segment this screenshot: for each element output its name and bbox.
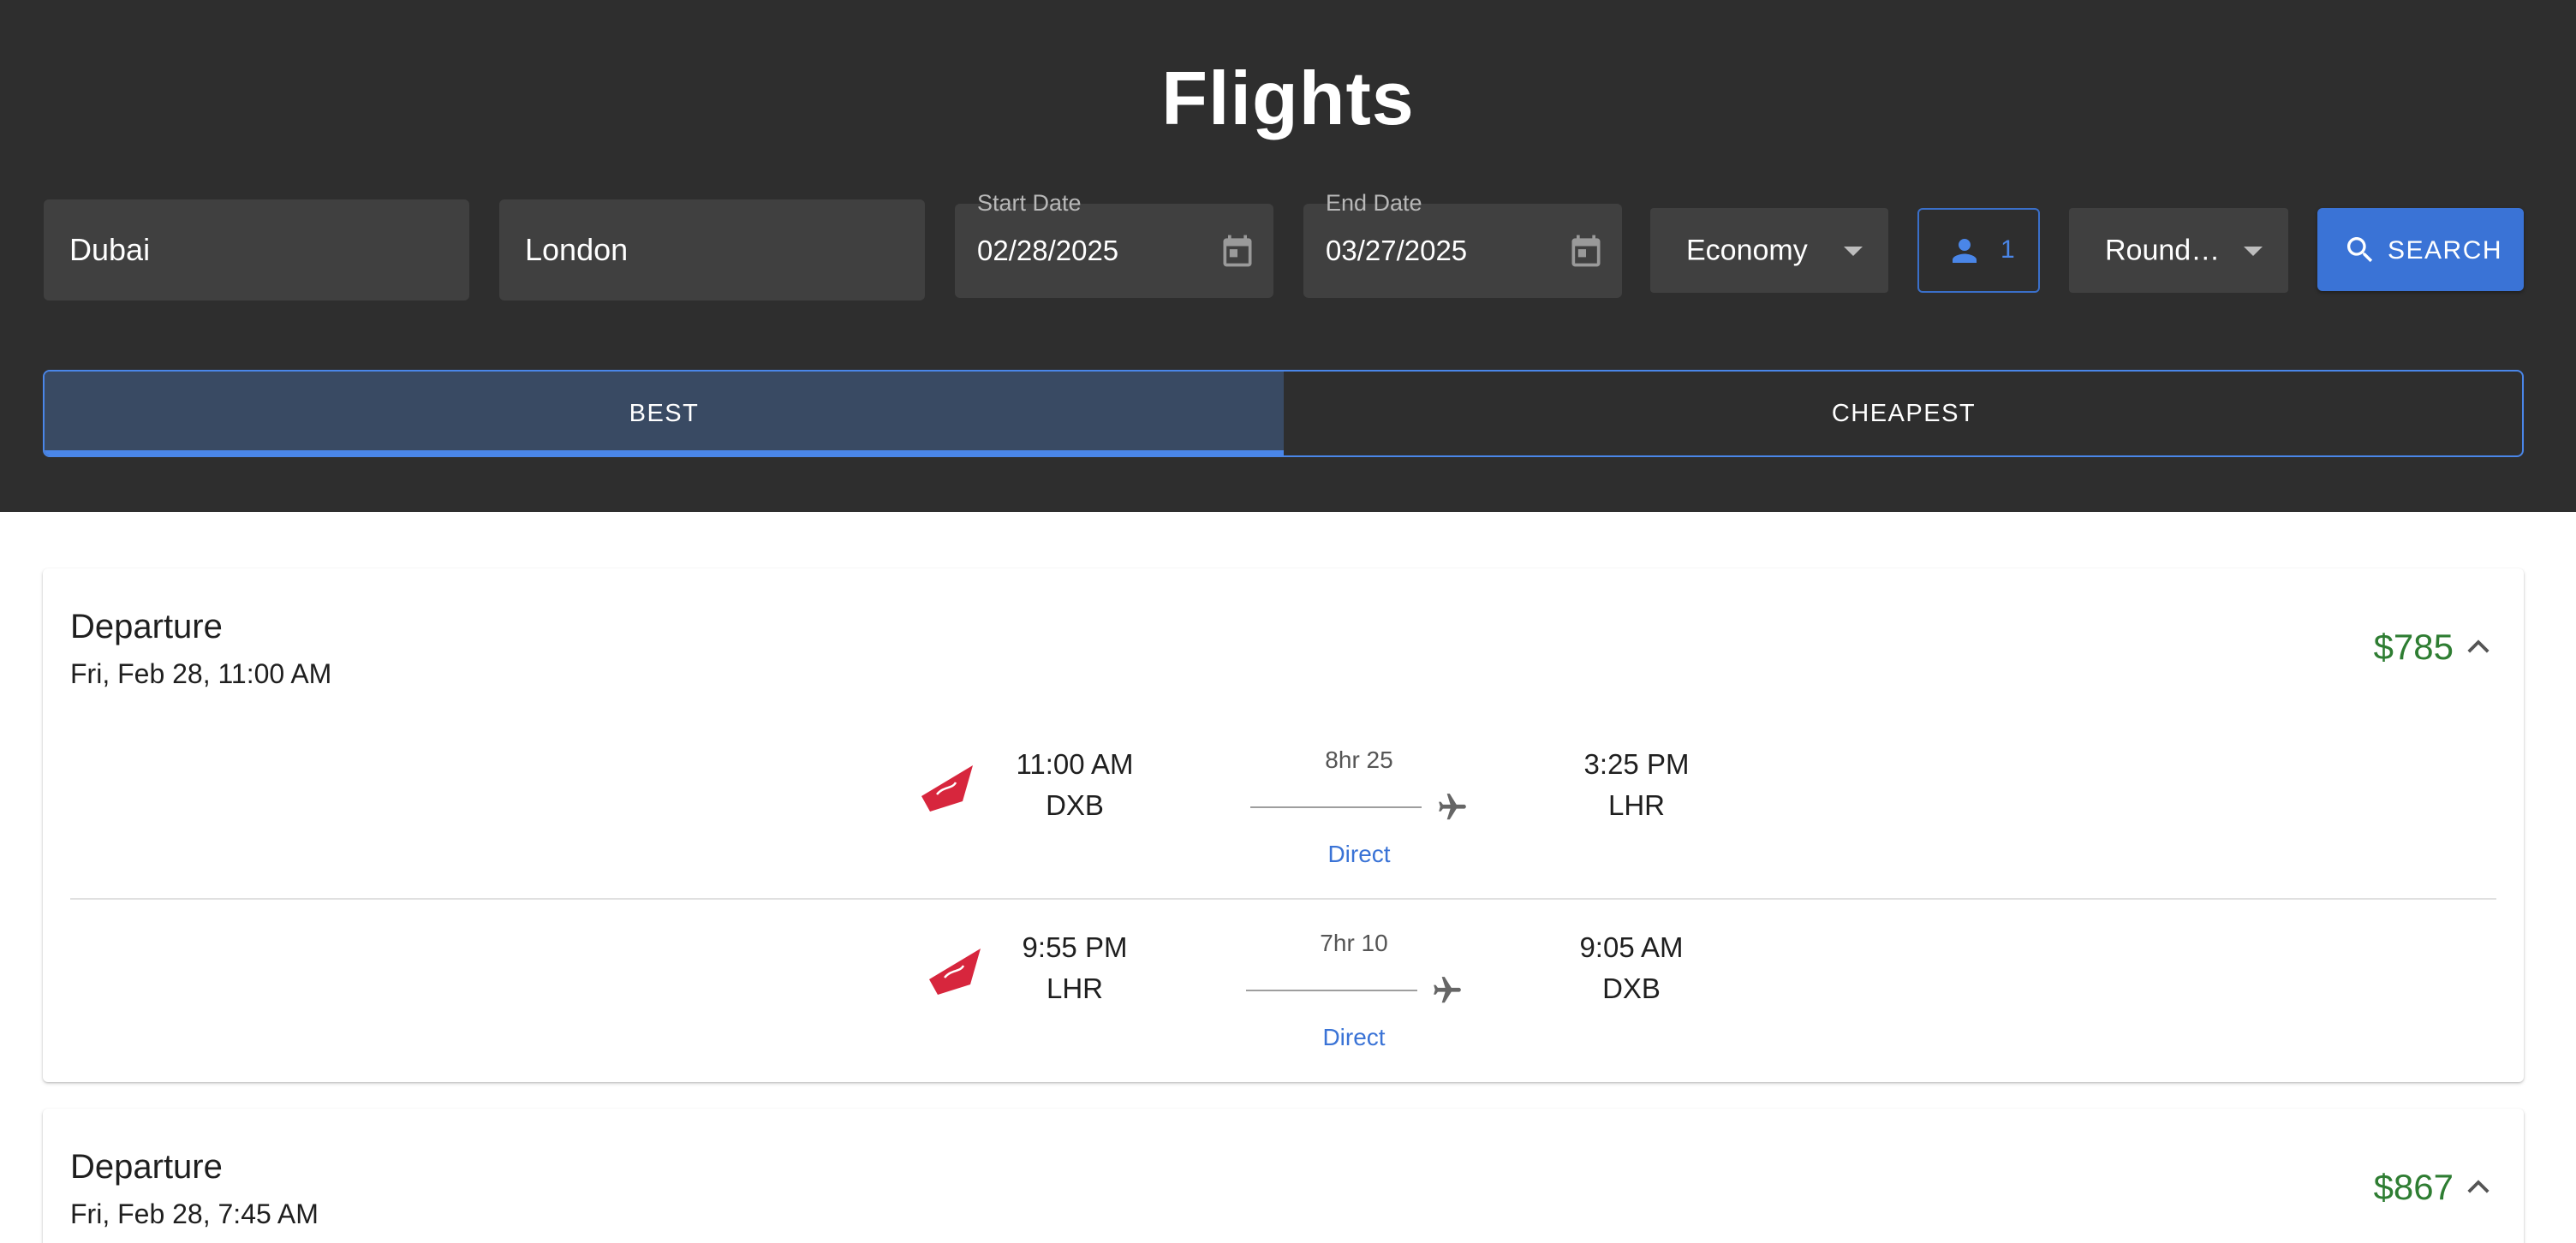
price: $785 — [2373, 627, 2454, 667]
page-title: Flights — [1161, 56, 1415, 140]
stops-label: Direct — [1327, 841, 1391, 867]
route-line — [1246, 990, 1417, 991]
arrival-airport: DXB — [1602, 972, 1661, 1004]
search-icon — [2347, 237, 2373, 263]
departure-time: 11:00 AM — [1016, 748, 1134, 780]
sort-tabs: BEST CHEAPEST — [43, 370, 2524, 457]
arrival-airport: LHR — [1607, 789, 1666, 821]
trip-type-select[interactable]: Round… — [2069, 208, 2288, 293]
start-date-label: Start Date — [977, 190, 1082, 216]
search-button[interactable]: SEARCH — [2317, 208, 2524, 291]
destination-input[interactable]: London — [499, 199, 925, 300]
person-icon — [1953, 239, 1977, 263]
end-date-value: 03/27/2025 — [1326, 235, 1468, 266]
end-date-label: End Date — [1326, 190, 1422, 216]
departure-airport: LHR — [1046, 972, 1104, 1004]
search-header: Flights Dubai London Start Date 02/28/20… — [0, 0, 2576, 512]
chevron-up-icon[interactable] — [2466, 1177, 2491, 1196]
airline-logo — [921, 765, 973, 812]
destination-value: London — [525, 232, 629, 267]
departure-airport: DXB — [1046, 789, 1104, 821]
airplane-icon — [1434, 977, 1461, 1003]
caret-down-icon — [2244, 246, 2263, 256]
tab-best[interactable]: BEST — [45, 372, 1284, 455]
flight-leg: 9:55 PM LHR 7hr 10 Direct 9:05 AM DXB — [43, 923, 2524, 1051]
end-date-field[interactable]: End Date 03/27/2025 — [1303, 190, 1622, 298]
stops-label: Direct — [1322, 1024, 1386, 1050]
calendar-icon[interactable] — [1567, 231, 1605, 271]
origin-input[interactable]: Dubai — [44, 199, 469, 300]
arrival-time: 3:25 PM — [1583, 748, 1690, 780]
chevron-up-icon[interactable] — [2466, 637, 2491, 656]
price: $867 — [2373, 1167, 2454, 1207]
departure-date: Fri, Feb 28, 11:00 AM — [70, 658, 332, 689]
airline-logo — [929, 949, 981, 995]
flight-duration: 8hr 25 — [1325, 746, 1393, 773]
flight-duration: 7hr 10 — [1320, 930, 1388, 956]
departure-title: Departure — [70, 608, 223, 645]
start-date-field[interactable]: Start Date 02/28/2025 — [955, 190, 1273, 298]
tab-cheapest[interactable]: CHEAPEST — [1284, 372, 2522, 455]
airplane-icon — [1439, 794, 1466, 820]
passengers-button[interactable]: 1 — [1917, 208, 2040, 293]
trip-type-value: Round… — [2105, 234, 2221, 266]
calendar-icon[interactable] — [1219, 231, 1256, 271]
passenger-count: 1 — [2001, 235, 2015, 264]
flight-result-card[interactable]: Departure Fri, Feb 28, 7:45 AM $867 — [43, 1109, 2524, 1243]
start-date-value: 02/28/2025 — [977, 235, 1119, 266]
arrival-time: 9:05 AM — [1579, 931, 1684, 963]
origin-value: Dubai — [69, 232, 151, 267]
departure-date: Fri, Feb 28, 7:45 AM — [70, 1198, 319, 1229]
departure-time: 9:55 PM — [1022, 931, 1128, 963]
cabin-class-select[interactable]: Economy — [1650, 208, 1888, 293]
leg-divider — [70, 898, 2496, 900]
route-line — [1250, 806, 1422, 808]
cabin-class-value: Economy — [1686, 234, 1808, 266]
departure-title: Departure — [70, 1148, 223, 1186]
flight-result-card[interactable]: Departure Fri, Feb 28, 11:00 AM $785 11:… — [43, 568, 2524, 1082]
search-button-label: SEARCH — [2388, 236, 2503, 265]
caret-down-icon — [1844, 246, 1863, 256]
flight-leg: 11:00 AM DXB 8hr 25 Direct 3:25 PM LHR — [43, 740, 2524, 868]
